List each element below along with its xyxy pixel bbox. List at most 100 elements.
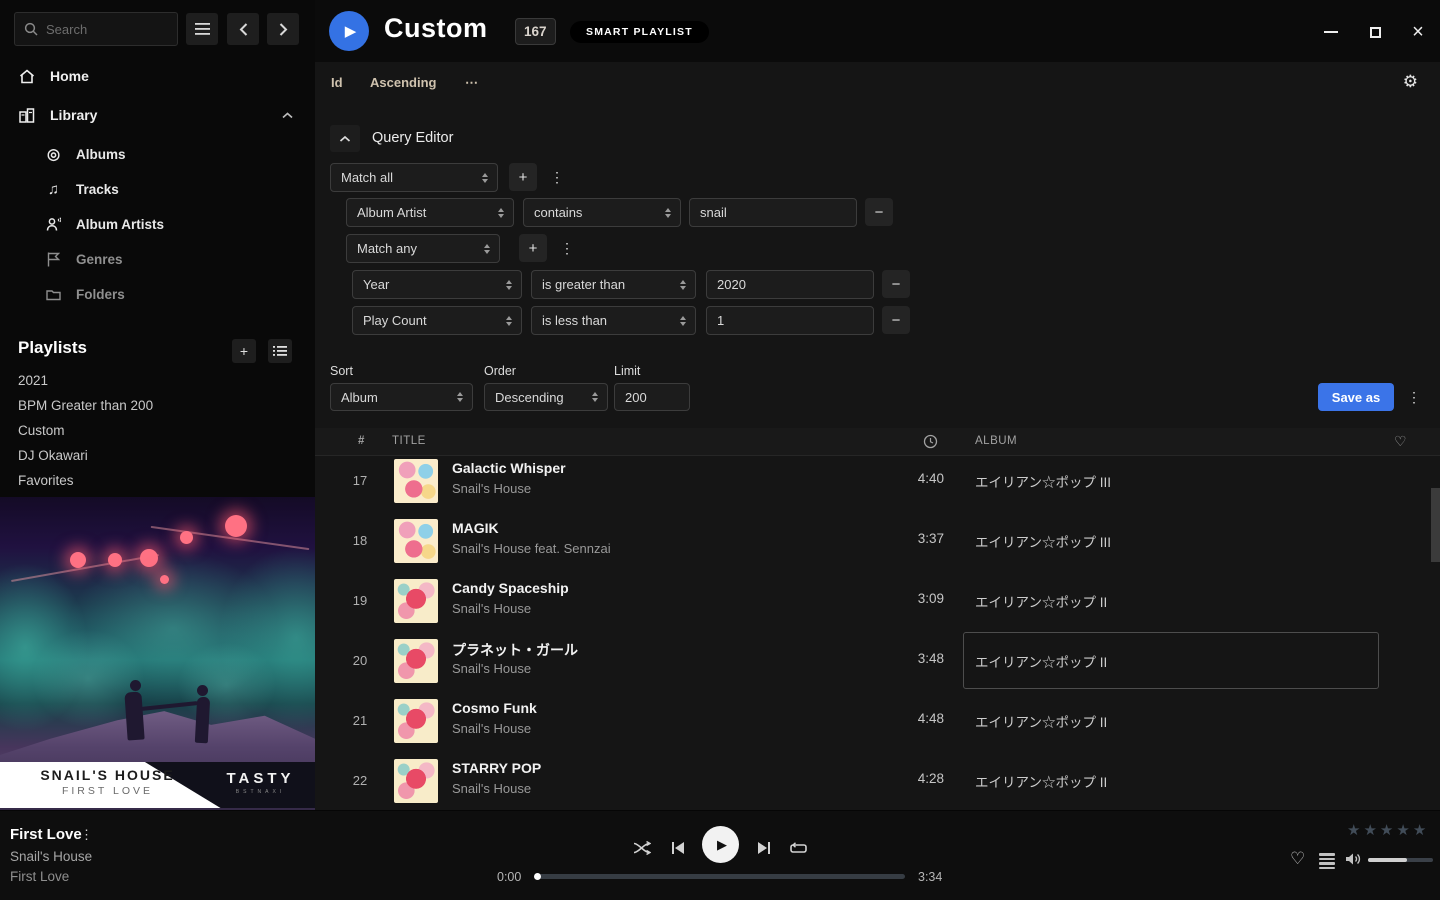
star-icon[interactable]: ★ — [1347, 821, 1361, 839]
player-bar: First Love ⋮ Snail's House First Love ▶ — [0, 810, 1440, 900]
rating-stars[interactable]: ★ ★ ★ ★ ★ — [1347, 821, 1427, 839]
playlist-menu-button[interactable] — [268, 339, 292, 363]
more-options-button[interactable]: ⋯ — [465, 75, 479, 91]
lantern — [108, 553, 122, 567]
sidebar-item-label: Folders — [76, 287, 125, 302]
play-pause-button[interactable]: ▶ — [702, 826, 739, 863]
rule3-operator-select[interactable]: is less than — [531, 306, 696, 335]
add-playlist-button[interactable]: + — [232, 339, 256, 363]
sidebar-item-folders[interactable]: Folders — [0, 280, 315, 308]
star-icon[interactable]: ★ — [1413, 821, 1427, 839]
heart-column-icon[interactable]: ♡ — [1394, 433, 1407, 450]
close-button[interactable]: × — [1408, 22, 1428, 42]
search-input[interactable] — [46, 22, 166, 37]
star-icon[interactable]: ★ — [1363, 821, 1377, 839]
rule1-value-field[interactable] — [689, 198, 857, 227]
star-icon[interactable]: ★ — [1396, 821, 1410, 839]
repeat-button[interactable] — [786, 836, 810, 860]
add-rule-button[interactable]: + — [509, 163, 537, 191]
back-button[interactable] — [227, 13, 259, 45]
playlist-item-custom[interactable]: Custom — [18, 418, 288, 443]
star-icon[interactable]: ★ — [1380, 821, 1394, 839]
rule1-field-select[interactable]: Album Artist — [346, 198, 514, 227]
table-row[interactable]: 22 STARRY POP Snail's House 4:28 エイリアン☆ポ… — [315, 751, 1440, 810]
playlist-item-favorites[interactable]: Favorites — [18, 468, 288, 493]
gear-icon[interactable]: ⚙ — [1403, 72, 1418, 92]
rule3-value-field[interactable] — [706, 306, 874, 335]
table-row[interactable]: 18 MAGIK Snail's House feat. Sennzai 3:3… — [315, 511, 1440, 571]
rule1-operator-select[interactable]: contains — [523, 198, 681, 227]
track-artist: Snail's House — [452, 721, 531, 736]
sidebar-item-genres[interactable]: Genres — [0, 245, 315, 273]
sidebar-item-library[interactable]: Library — [0, 100, 315, 130]
forward-button[interactable] — [267, 13, 299, 45]
queue-button[interactable] — [1319, 853, 1335, 869]
sidebar-item-tracks[interactable]: ♫ Tracks — [0, 175, 315, 203]
rule3-field-select[interactable]: Play Count — [352, 306, 522, 335]
remove-rule2-button[interactable]: − — [882, 270, 910, 298]
sort-select[interactable]: Album — [330, 383, 473, 411]
column-album[interactable]: ALBUM — [975, 435, 1017, 447]
seek-bar[interactable] — [535, 874, 905, 879]
previous-icon — [671, 841, 685, 855]
menu-button[interactable] — [186, 13, 218, 45]
clock-icon[interactable] — [923, 434, 938, 449]
match-all-select[interactable]: Match all — [330, 163, 498, 192]
playlist-item-bpm[interactable]: BPM Greater than 200 — [18, 393, 288, 418]
save-options-button[interactable]: ⋮ — [1402, 383, 1426, 411]
rule2-field-select[interactable]: Year — [352, 270, 522, 299]
select-value: is less than — [542, 313, 607, 328]
main-content: ▶ Custom 167 SMART PLAYLIST × Id Ascendi… — [315, 0, 1440, 810]
column-title[interactable]: TITLE — [392, 435, 426, 447]
maximize-button[interactable] — [1365, 22, 1385, 42]
flag-icon — [45, 252, 62, 267]
shuffle-button[interactable] — [630, 836, 654, 860]
table-row[interactable]: 20 プラネット・ガール Snail's House 3:48 エイリアン☆ポッ… — [315, 631, 1440, 691]
now-playing-options-button[interactable]: ⋮ — [80, 827, 93, 843]
kebab-icon: ⋮ — [80, 827, 93, 842]
minimize-button[interactable] — [1321, 22, 1341, 42]
save-as-button[interactable]: Save as — [1318, 383, 1394, 411]
sidebar-item-album-artists[interactable]: Album Artists — [0, 210, 315, 238]
subgroup-options-button[interactable]: ⋮ — [555, 234, 579, 262]
lantern — [70, 552, 86, 568]
rule2-operator-select[interactable]: is greater than — [531, 270, 696, 299]
previous-track-button[interactable] — [666, 836, 690, 860]
sort-direction-button[interactable]: Ascending — [370, 75, 436, 90]
select-value: Match all — [341, 170, 393, 185]
rule2-value-field[interactable] — [706, 270, 874, 299]
match-any-select[interactable]: Match any — [346, 234, 500, 263]
repeat-icon — [790, 842, 807, 855]
search-box[interactable] — [14, 12, 178, 46]
sort-field-button[interactable]: Id — [331, 75, 343, 90]
playhead[interactable] — [534, 873, 541, 880]
now-playing-album-art[interactable]: SNAIL'S HOUSE FIRST LOVE TASTY BSTNAXI — [0, 497, 315, 810]
play-playlist-button[interactable]: ▶ — [329, 11, 369, 51]
playlists-heading: Playlists — [18, 338, 87, 358]
query-editor-collapse-button[interactable] — [330, 125, 360, 152]
volume-button[interactable] — [1345, 852, 1362, 866]
volume-slider[interactable] — [1368, 858, 1433, 862]
table-row[interactable]: 21 Cosmo Funk Snail's House 4:48 エイリアン☆ポ… — [315, 691, 1440, 751]
group-options-button[interactable]: ⋮ — [545, 163, 569, 191]
order-select[interactable]: Descending — [484, 383, 608, 411]
next-track-button[interactable] — [752, 836, 776, 860]
remove-rule1-button[interactable]: − — [865, 198, 893, 226]
track-title: Cosmo Funk — [452, 700, 537, 716]
limit-field[interactable] — [614, 383, 690, 411]
sidebar-search-row — [0, 0, 315, 58]
remove-rule3-button[interactable]: − — [882, 306, 910, 334]
column-number[interactable]: # — [358, 435, 365, 447]
favorite-button[interactable]: ♡ — [1290, 849, 1305, 869]
playlist-item-2021[interactable]: 2021 — [18, 368, 288, 393]
play-icon: ▶ — [717, 837, 727, 853]
playlist-item-dj-okawari[interactable]: DJ Okawari — [18, 443, 288, 468]
add-subrule-button[interactable]: + — [519, 234, 547, 262]
sidebar-item-home[interactable]: Home — [0, 61, 315, 91]
chevron-up-icon[interactable] — [282, 112, 293, 119]
sidebar-item-albums[interactable]: ◎ Albums — [0, 140, 315, 168]
scrollbar-thumb[interactable] — [1431, 488, 1440, 562]
table-row[interactable]: 19 Candy Spaceship Snail's House 3:09 エイ… — [315, 571, 1440, 631]
select-value: Album — [341, 390, 378, 405]
table-row[interactable]: 17 Galactic Whisper Snail's House 4:40 エ… — [315, 457, 1440, 511]
